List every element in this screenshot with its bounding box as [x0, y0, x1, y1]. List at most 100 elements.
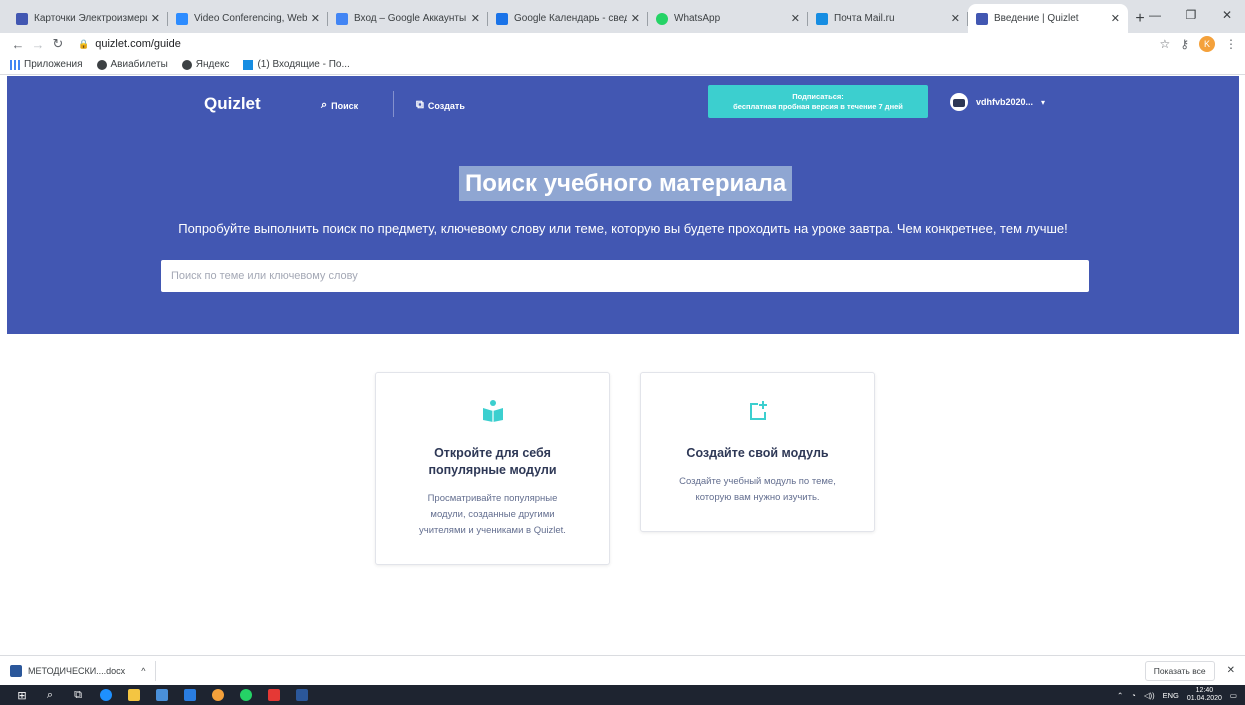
bookmark-apps[interactable]: Приложения: [10, 59, 83, 70]
browser-toolbar: ← → ↻ 🔒 quizlet.com/guide ☆ ⚷ K ⋮: [0, 33, 1245, 55]
forward-arrow-icon[interactable]: →: [28, 37, 48, 52]
bookmark-label: Яндекс: [195, 59, 230, 70]
bookmark-label: Приложения: [24, 59, 83, 70]
store-icon[interactable]: [148, 685, 176, 705]
download-filename: МЕТОДИЧЕСКИ....docx: [28, 665, 126, 676]
windows-start-icon[interactable]: ⊞: [8, 685, 36, 705]
windows-taskbar: ⊞ ⌕ ⧉ ⌃ ◔ ◁)) ENG 12:40 01.04.2020 ▭: [0, 685, 1245, 705]
subscribe-line2: бесплатная пробная версия в течение 7 дн…: [733, 101, 903, 111]
key-icon[interactable]: ⚷: [1180, 37, 1189, 51]
show-all-downloads-button[interactable]: Показать все: [1144, 660, 1215, 681]
quizlet-logo[interactable]: Quizlet: [204, 94, 261, 114]
yandex-browser-icon[interactable]: [260, 685, 288, 705]
nav-search-label: Поиск: [331, 100, 359, 111]
url-text: quizlet.com/guide: [95, 38, 181, 50]
language-indicator[interactable]: ENG: [1163, 691, 1179, 700]
subscribe-button[interactable]: Подписаться: бесплатная пробная версия в…: [708, 85, 928, 118]
page-subtitle: Попробуйте выполнить поиск по предмету, …: [178, 221, 1068, 236]
download-item[interactable]: МЕТОДИЧЕСКИ....docx ^: [10, 660, 157, 681]
lock-icon: 🔒: [78, 38, 90, 49]
globe-icon: [181, 59, 192, 70]
minimize-icon[interactable]: —: [1137, 0, 1173, 30]
nav-create-label: Создать: [427, 100, 465, 111]
clock-date: 01.04.2020: [1186, 695, 1222, 702]
tab-title: Введение | Quizlet: [994, 13, 1079, 24]
user-menu[interactable]: vdhfvb2020... ▾: [950, 93, 1045, 111]
search-input[interactable]: [161, 260, 1089, 292]
card-title: Откройте для себя популярные модули: [428, 446, 557, 477]
tray-chevron-icon[interactable]: ⌃: [1117, 691, 1123, 700]
whatsapp-icon[interactable]: [232, 685, 260, 705]
chevron-up-icon[interactable]: ^: [141, 666, 145, 676]
create-module-icon: [749, 401, 767, 420]
tab-close-icon[interactable]: ✕: [791, 12, 800, 25]
back-arrow-icon[interactable]: ←: [8, 37, 28, 52]
notifications-icon[interactable]: ▭: [1230, 691, 1237, 700]
tab-close-icon[interactable]: ✕: [471, 12, 480, 25]
tab-title: Карточки Электроизмерительн: [34, 13, 147, 24]
bookmark-aviabilety[interactable]: Авиабилеты: [96, 59, 168, 70]
word-icon[interactable]: [288, 685, 316, 705]
bookmark-label: (1) Входящие - По...: [257, 59, 350, 70]
word-doc-icon: [10, 664, 22, 677]
browser-tab[interactable]: Вход – Google Аккаунты ✕: [328, 4, 488, 33]
page-title: Поиск учебного материала: [459, 166, 793, 201]
bookmark-star-icon[interactable]: ☆: [1159, 37, 1170, 51]
address-bar[interactable]: 🔒 quizlet.com/guide: [78, 38, 181, 50]
bookmark-label: Авиабилеты: [110, 59, 168, 70]
download-bar: МЕТОДИЧЕСКИ....docx ^ Показать все ✕: [0, 655, 1245, 685]
browser-tab-active[interactable]: Введение | Quizlet ✕: [968, 4, 1128, 33]
search-icon[interactable]: ⌕: [36, 685, 64, 705]
clock-time: 12:40: [1195, 687, 1214, 695]
subscribe-line1: Подписаться:: [792, 91, 844, 101]
mail-app-icon[interactable]: [176, 685, 204, 705]
menu-dots-icon[interactable]: ⋮: [1225, 37, 1237, 51]
volume-icon[interactable]: ◁)): [1144, 691, 1155, 700]
card-title: Создайте свой модуль: [686, 446, 829, 460]
browser-tab[interactable]: Video Conferencing, Web Confe ✕: [168, 4, 328, 33]
create-icon: ⧉: [416, 99, 424, 111]
caret-down-icon: ▾: [1041, 97, 1046, 107]
tab-title: Google Календарь - сведения о: [514, 13, 627, 24]
google-favicon-icon: [336, 12, 348, 25]
tab-close-icon[interactable]: ✕: [631, 12, 640, 25]
browser-tab[interactable]: Карточки Электроизмерительн ✕: [8, 4, 168, 33]
tab-close-icon[interactable]: ✕: [151, 12, 160, 25]
discover-modules-card[interactable]: Откройте для себя популярные модули Прос…: [375, 372, 610, 565]
network-icon[interactable]: ◔: [1131, 691, 1136, 700]
mail-favicon-icon: [816, 12, 828, 25]
tab-close-icon[interactable]: ✕: [951, 12, 960, 25]
browser-tab[interactable]: Google Календарь - сведения о ✕: [488, 4, 648, 33]
window-controls: — ❐ ✕: [1137, 0, 1245, 30]
close-download-bar-icon[interactable]: ✕: [1227, 665, 1235, 676]
browser-tab[interactable]: WhatsApp ✕: [648, 4, 808, 33]
profile-avatar[interactable]: K: [1199, 36, 1215, 52]
card-description: Создайте учебный модуль по теме, которую…: [679, 475, 836, 504]
bookmark-inbox[interactable]: (1) Входящие - По...: [243, 59, 350, 70]
book-reader-icon: [482, 400, 503, 422]
bookmarks-bar: Приложения Авиабилеты Яндекс (1) Входящи…: [0, 55, 1245, 75]
taskbar-clock[interactable]: 12:40 01.04.2020: [1187, 687, 1222, 702]
user-avatar: [950, 93, 968, 111]
edge-icon[interactable]: [92, 685, 120, 705]
globe-icon: [96, 59, 107, 70]
reload-icon[interactable]: ↻: [48, 36, 68, 52]
close-window-icon[interactable]: ✕: [1209, 0, 1245, 30]
chrome-icon[interactable]: [204, 685, 232, 705]
zoom-favicon-icon: [176, 12, 188, 25]
nav-search-link[interactable]: ⌕ Поиск: [321, 99, 358, 112]
username: vdhfvb2020...: [976, 97, 1034, 107]
file-explorer-icon[interactable]: [120, 685, 148, 705]
bookmark-yandex[interactable]: Яндекс: [181, 59, 230, 70]
browser-tab[interactable]: Почта Mail.ru ✕: [808, 4, 968, 33]
system-tray: ⌃ ◔ ◁)) ENG 12:40 01.04.2020 ▭: [1117, 687, 1245, 702]
tab-close-icon[interactable]: ✕: [311, 12, 320, 25]
create-module-card[interactable]: Создайте свой модуль Создайте учебный мо…: [640, 372, 875, 532]
card-description: Просматривайте популярные модули, создан…: [419, 492, 566, 537]
restore-icon[interactable]: ❐: [1173, 0, 1209, 30]
tab-close-icon[interactable]: ✕: [1111, 12, 1120, 25]
nav-create-link[interactable]: ⧉ Создать: [416, 99, 465, 112]
task-view-icon[interactable]: ⧉: [64, 685, 92, 705]
calendar-favicon-icon: [496, 12, 508, 25]
tab-title: Video Conferencing, Web Confe: [194, 13, 307, 24]
